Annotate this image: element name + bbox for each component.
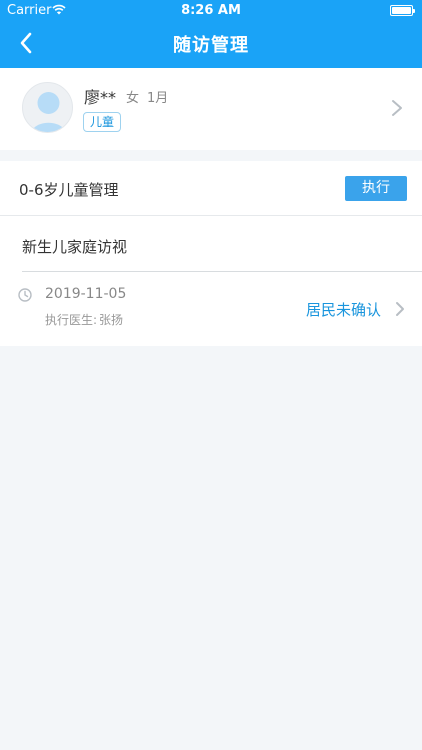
page-title: 随访管理 xyxy=(173,35,249,56)
execute-button[interactable]: 执行 xyxy=(345,176,407,201)
doctor-name: 张扬 xyxy=(99,313,124,327)
program-header: 0-6岁儿童管理 执行 xyxy=(0,161,422,216)
program-card: 0-6岁儿童管理 执行 新生儿家庭访视 2019-11-05 执行医生: 张扬 居… xyxy=(0,161,422,346)
battery-icon xyxy=(390,5,415,16)
patient-meta: 女 1月 xyxy=(126,87,168,106)
patient-name: 廖** xyxy=(84,88,117,107)
patient-tag: 儿童 xyxy=(83,112,122,132)
status-time: 8:26 AM xyxy=(181,3,241,18)
visit-record[interactable]: 2019-11-05 执行医生: 张扬 居民未确认 xyxy=(0,272,422,346)
visit-status: 居民未确认 xyxy=(306,301,382,319)
patient-age: 1月 xyxy=(147,91,169,106)
child-avatar-icon xyxy=(22,82,73,133)
program-title: 0-6岁儿童管理 xyxy=(19,181,119,199)
app-header: Carrier 8:26 AM 随访管理 xyxy=(0,0,422,68)
chevron-right-icon xyxy=(392,100,402,116)
status-bar: Carrier 8:26 AM xyxy=(0,0,422,22)
visit-date: 2019-11-05 xyxy=(45,286,127,302)
nav-bar: 随访管理 xyxy=(0,22,422,68)
visit-doctor: 执行医生: 张扬 xyxy=(45,311,123,328)
patient-gender: 女 xyxy=(126,91,140,106)
doctor-label: 执行医生: xyxy=(45,313,98,327)
patient-card[interactable]: 廖** 女 1月 儿童 xyxy=(0,68,422,150)
clock-icon xyxy=(18,288,32,302)
chevron-right-icon xyxy=(396,302,404,316)
visit-title: 新生儿家庭访视 xyxy=(22,238,128,256)
